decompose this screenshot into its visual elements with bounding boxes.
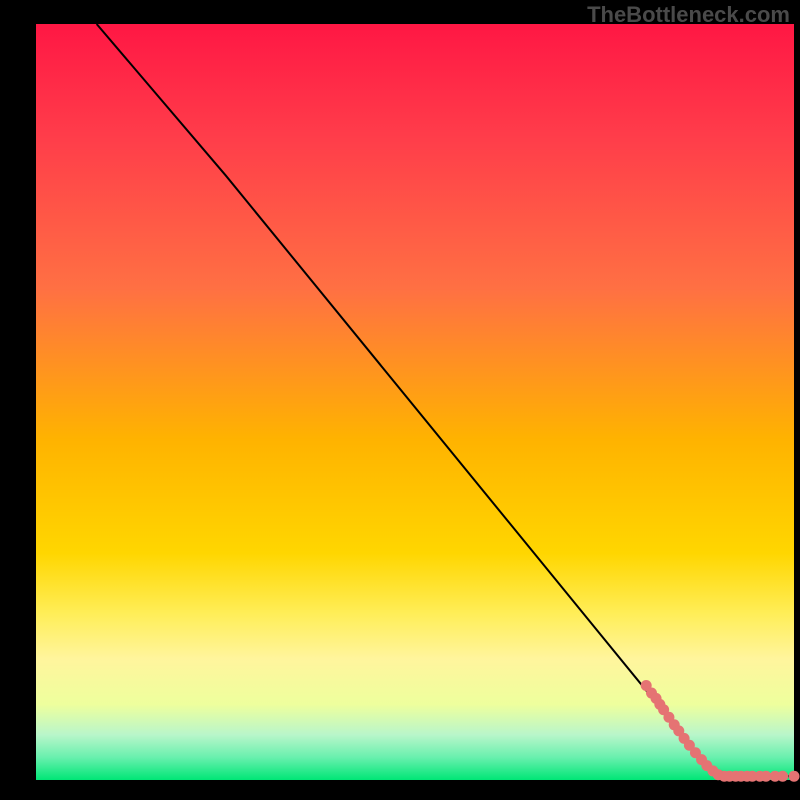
chart-svg — [0, 0, 800, 800]
chart-background — [36, 24, 794, 780]
watermark-text: TheBottleneck.com — [587, 2, 790, 28]
chart-container — [0, 0, 800, 800]
scatter-point — [789, 771, 800, 782]
scatter-point — [777, 771, 788, 782]
